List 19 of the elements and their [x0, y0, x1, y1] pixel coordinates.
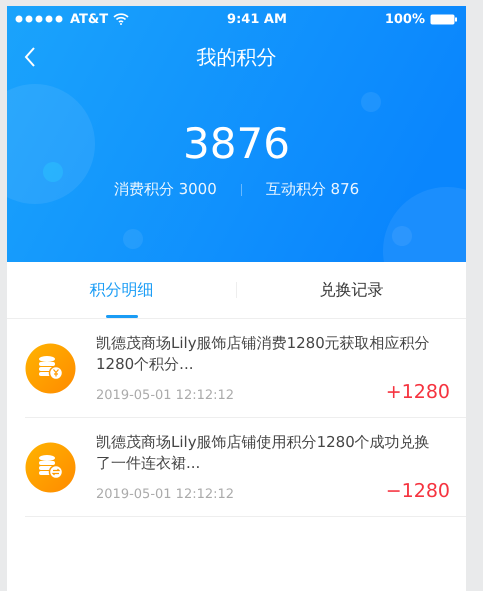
record-time: 2019-05-01 12:12:12 — [96, 487, 234, 502]
points-amount: +1280 — [386, 381, 450, 403]
points-breakdown: 消费积分 3000 — [114, 180, 217, 199]
record-description: 凯德茂商场Lily服饰店铺使用积分1280个成功兑换了一件连衣裙... — [96, 432, 431, 474]
carrier-text: AT&T — [70, 12, 108, 26]
battery-percent: 100% — [384, 12, 425, 26]
clock-text: 9:41 AM — [227, 12, 287, 26]
page-title: 我的积分 — [196, 44, 276, 70]
signal-icon — [15, 15, 65, 23]
record-time: 2019-05-01 12:12:12 — [96, 388, 234, 403]
coin-stack-yen-icon — [25, 342, 76, 394]
points-amount: −1280 — [386, 480, 450, 502]
points-breakdown: 互动积分 876 — [266, 180, 360, 199]
wifi-icon — [113, 13, 130, 25]
back-icon[interactable] — [24, 47, 36, 67]
coin-stack-exchange-icon — [25, 442, 76, 492]
record-description: 凯德茂商场Lily服饰店铺消费1280元获取相应积分1280个积分... — [96, 333, 431, 375]
battery-icon — [430, 14, 458, 24]
points-total: 3876 — [182, 120, 291, 168]
